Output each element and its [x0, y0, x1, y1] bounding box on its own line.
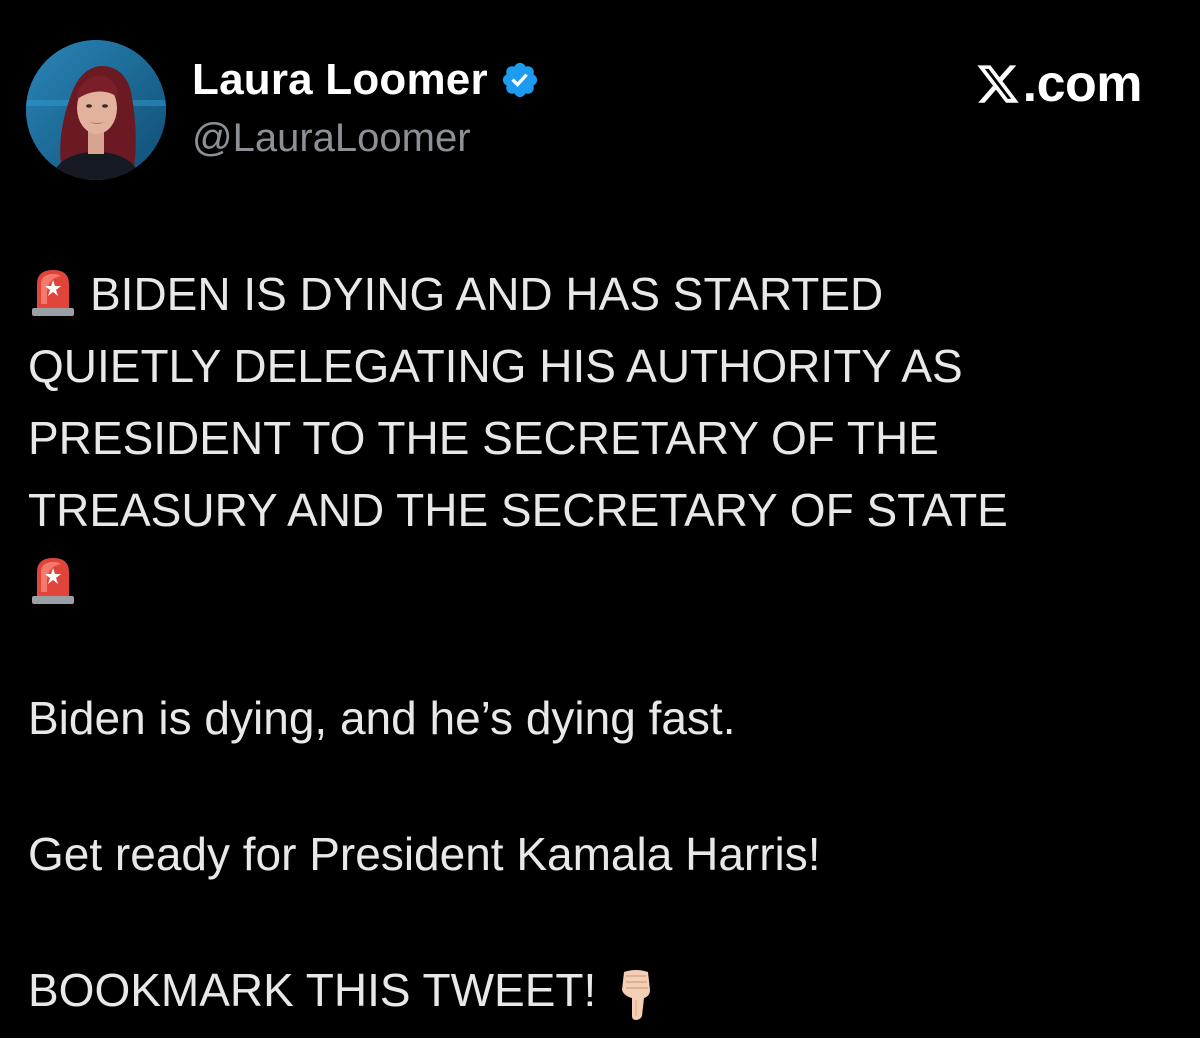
- headline-line-3: PRESIDENT TO THE SECRETARY OF THE: [28, 412, 939, 464]
- author-info: Laura Loomer @LauraLoomer: [192, 54, 540, 161]
- name-row: Laura Loomer: [192, 54, 540, 106]
- paragraph-1: Biden is dying, and he’s dying fast.: [28, 692, 736, 744]
- headline-line-1: BIDEN IS DYING AND HAS STARTED: [28, 258, 1168, 330]
- headline-line-4: TREASURY AND THE SECRETARY OF STATE: [28, 484, 1008, 536]
- avatar-photo: [26, 40, 166, 180]
- verified-badge-icon: [502, 62, 537, 98]
- backhand-pointing-down-icon: [622, 970, 651, 1020]
- headline-text-1: BIDEN IS DYING AND HAS STARTED: [90, 268, 884, 320]
- paragraph-3: BOOKMARK THIS TWEET!: [28, 964, 597, 1016]
- headline-siren-line: [28, 546, 1168, 618]
- tweet-header: Laura Loomer @LauraLoomer .com: [26, 40, 1174, 180]
- headline-line-2: QUIETLY DELEGATING HIS AUTHORITY AS: [28, 340, 963, 392]
- paragraph-3-line: BOOKMARK THIS TWEET!: [28, 954, 1168, 1026]
- handle[interactable]: @LauraLoomer: [192, 116, 540, 161]
- avatar[interactable]: [26, 40, 166, 180]
- rotating-light-icon: [32, 270, 74, 316]
- tweet-text: BIDEN IS DYING AND HAS STARTED QUIETLY D…: [28, 258, 1168, 1026]
- site-mark: .com: [975, 54, 1143, 114]
- rotating-light-icon: [32, 558, 74, 604]
- site-mark-label: .com: [1022, 55, 1143, 113]
- paragraph-2: Get ready for President Kamala Harris!: [28, 828, 821, 880]
- display-name[interactable]: Laura Loomer: [192, 55, 488, 105]
- x-logo-icon: [977, 65, 1019, 103]
